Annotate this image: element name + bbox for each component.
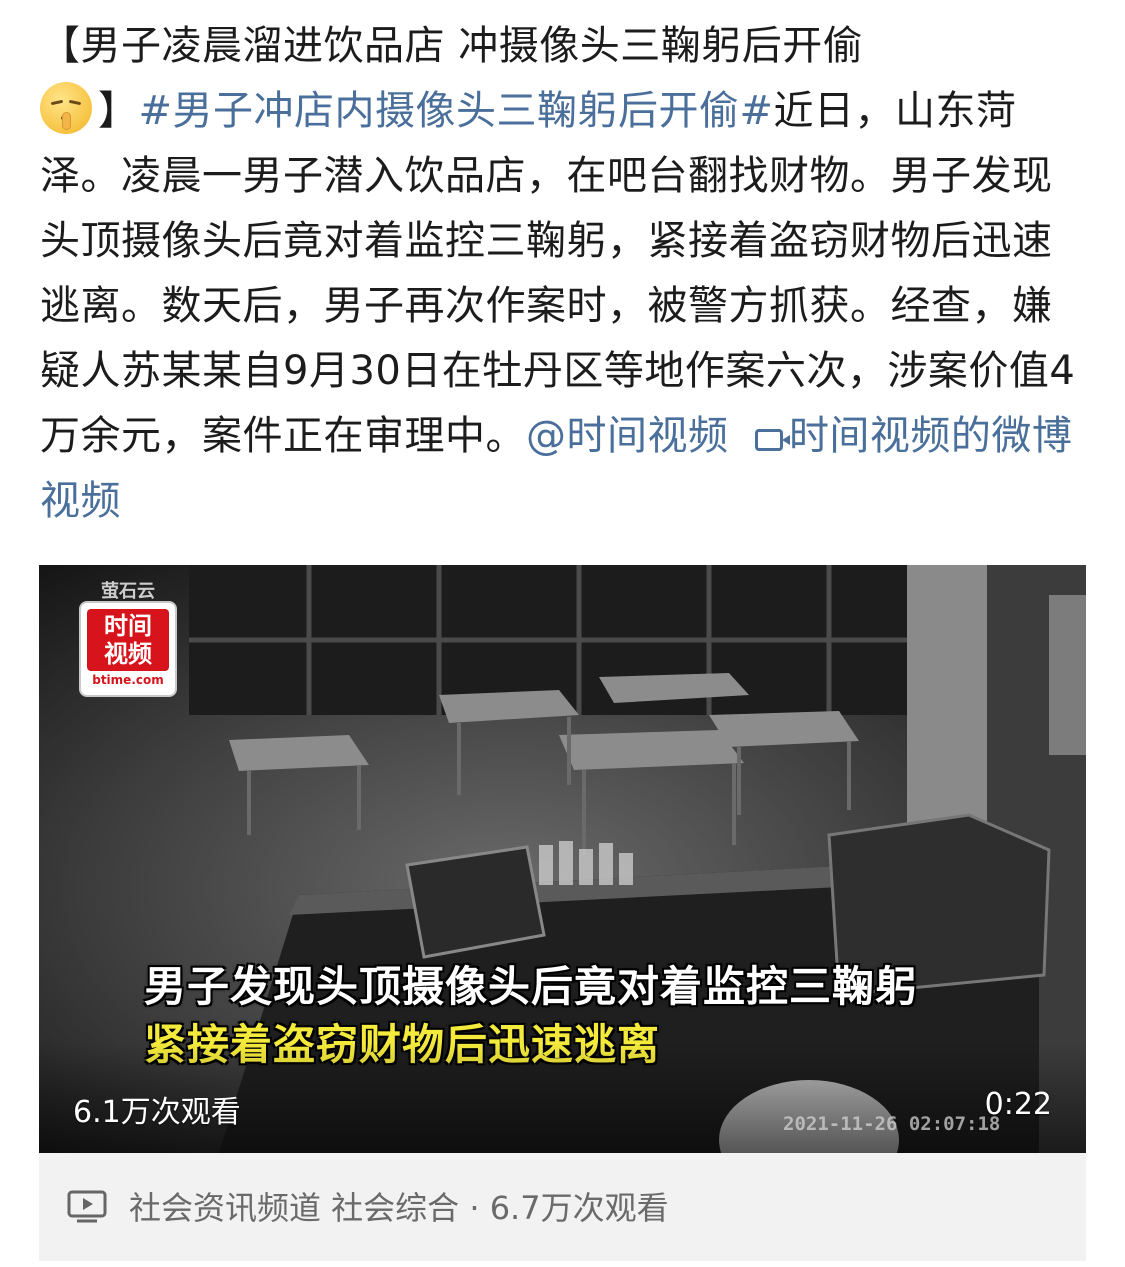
- bracket-close: 】: [98, 88, 139, 134]
- cctv-timestamp: 2021-11-26 02:07:18: [783, 1113, 1001, 1135]
- logo-line1: 时间: [104, 612, 152, 640]
- post-title: 【男子凌晨溜进饮品店 冲摄像头三鞠躬后开偷: [40, 23, 864, 69]
- channel-logo: 时间 视频 btime.com: [81, 603, 175, 695]
- view-count: 6.1万次观看: [73, 1095, 241, 1130]
- video-play-icon: [67, 1190, 107, 1223]
- topic-link[interactable]: #男子冲店内摄像头三鞠躬后开偷#: [139, 88, 774, 134]
- watermark-brand: 萤石云: [101, 581, 155, 602]
- video-meta-bar[interactable]: 社会资讯频道 社会综合 · 6.7万次观看: [39, 1153, 1086, 1261]
- mention-link[interactable]: @时间视频: [526, 413, 729, 459]
- post-body: 近日，山东菏泽。凌晨一男子潜入饮品店，在吧台翻找财物。男子发现头顶摄像头后竟对着…: [40, 88, 1076, 459]
- video-meta-text: 社会资讯频道 社会综合 · 6.7万次观看: [129, 1189, 669, 1227]
- logo-domain: btime.com: [92, 673, 164, 687]
- shushing-face-icon: [40, 82, 92, 134]
- video-player[interactable]: 萤石云 时间视频 btime.com 男子发现头顶摄像头后竟对着监控三鞠躬 紧接…: [39, 565, 1086, 1153]
- post-text: 【男子凌晨溜进饮品店 冲摄像头三鞠躬后开偷 】#男子冲店内摄像头三鞠躬后开偷#近…: [40, 14, 1090, 534]
- logo-line2: 视频: [104, 640, 152, 668]
- video-duration: 0:22: [984, 1087, 1052, 1122]
- subtitle-line1: 男子发现头顶摄像头后竟对着监控三鞠躬: [144, 962, 919, 1011]
- video-link-icon: [754, 429, 790, 451]
